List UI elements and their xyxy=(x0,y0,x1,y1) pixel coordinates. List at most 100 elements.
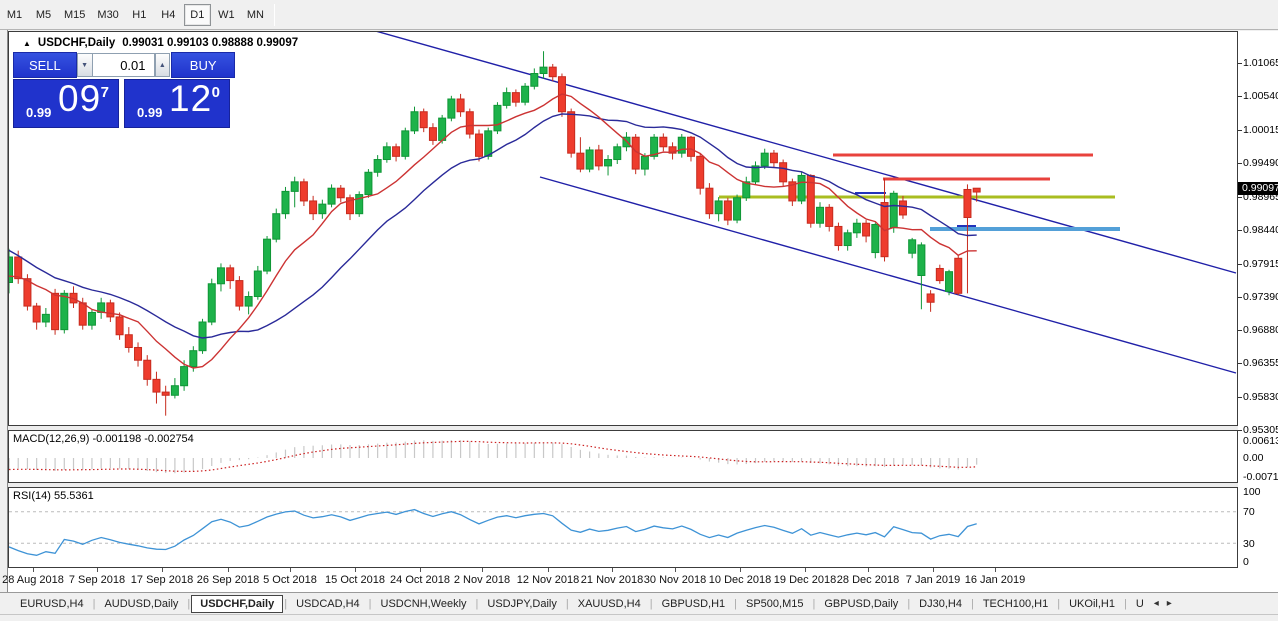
timeframe-button-m15[interactable]: M15 xyxy=(59,4,90,26)
chart-tab-usdcad[interactable]: USDCAD,H4 xyxy=(288,595,368,613)
buy-button[interactable]: BUY xyxy=(171,52,235,78)
timeframe-button-m30[interactable]: M30 xyxy=(92,4,123,26)
candle-body xyxy=(199,322,206,351)
date-tick-mark xyxy=(420,568,421,572)
volume-input[interactable] xyxy=(93,53,155,77)
candle-body xyxy=(374,160,381,173)
date-tick-mark xyxy=(97,568,98,572)
timeframe-button-w1[interactable]: W1 xyxy=(213,4,240,26)
buy-price-box[interactable]: 0.99 12 0 xyxy=(124,79,230,128)
tab-separator: | xyxy=(650,598,653,610)
price-tick-mark xyxy=(1238,63,1242,64)
buy-price-main: 12 xyxy=(169,78,212,120)
candle-body xyxy=(429,128,436,141)
tab-separator: | xyxy=(812,598,815,610)
chart-tab-u[interactable]: U xyxy=(1128,595,1152,613)
date-tick-label: 17 Sep 2018 xyxy=(131,574,193,586)
date-tick-label: 2 Nov 2018 xyxy=(454,574,510,586)
price-tick-label: 0.97390 xyxy=(1243,291,1278,303)
candle-body xyxy=(955,258,962,293)
tabs-scroll-left-icon[interactable]: ◂ xyxy=(1154,598,1159,609)
collapse-panel-icon[interactable]: ▲ xyxy=(23,39,31,48)
chart-tab-tech100[interactable]: TECH100,H1 xyxy=(975,595,1056,613)
candle-body xyxy=(586,150,593,169)
candle-body xyxy=(337,188,344,198)
status-strip xyxy=(0,614,1278,621)
candle-body xyxy=(393,147,400,157)
candle-body xyxy=(770,153,777,163)
candle-body xyxy=(144,360,151,379)
channel-upper[interactable] xyxy=(372,32,1236,273)
candle-body xyxy=(61,293,68,329)
chart-ohlc-values: 0.99031 0.99103 0.98888 0.99097 xyxy=(122,37,298,49)
sell-price-main: 09 xyxy=(58,78,101,120)
date-tick-label: 5 Oct 2018 xyxy=(263,574,317,586)
candle-body xyxy=(466,112,473,134)
candle-body xyxy=(844,233,851,246)
mt4-window: M1M5M15M30H1H4D1W1MN ▲ USDCHF,Daily 0.99… xyxy=(0,0,1278,621)
chart-tab-gbpusd[interactable]: GBPUSD,H1 xyxy=(654,595,734,613)
candle-body xyxy=(476,134,483,156)
price-axis[interactable]: 1.010651.005401.000150.994900.989650.984… xyxy=(1238,31,1278,568)
date-tick-mark xyxy=(162,568,163,572)
timeframe-button-h1[interactable]: H1 xyxy=(126,4,153,26)
chart-tab-gbpusd[interactable]: GBPUSD,Daily xyxy=(816,595,906,613)
tab-separator: | xyxy=(907,598,910,610)
candle-body xyxy=(863,223,870,236)
date-tick-label: 30 Nov 2018 xyxy=(644,574,706,586)
date-axis[interactable]: 28 Aug 20187 Sep 201817 Sep 201826 Sep 2… xyxy=(8,568,1278,592)
chart-tab-dj30[interactable]: DJ30,H4 xyxy=(911,595,970,613)
chart-tab-bar: EURUSD,H4|AUDUSD,Daily|USDCHF,Daily|USDC… xyxy=(0,592,1278,614)
ma-fast-line[interactable] xyxy=(9,94,977,368)
candle-body xyxy=(973,188,980,192)
chart-tab-ukoil[interactable]: UKOil,H1 xyxy=(1061,595,1123,613)
chart-tab-eurusd[interactable]: EURUSD,H4 xyxy=(12,595,92,613)
chart-tab-xauusd[interactable]: XAUUSD,H4 xyxy=(570,595,649,613)
sell-price-pip: 7 xyxy=(101,84,109,101)
timeframe-button-h4[interactable]: H4 xyxy=(155,4,182,26)
timeframe-button-d1[interactable]: D1 xyxy=(184,4,211,26)
candle-body xyxy=(107,303,114,317)
chart-tab-sp500[interactable]: SP500,M15 xyxy=(738,595,811,613)
candle-body xyxy=(485,131,492,156)
chart-tab-usdchf[interactable]: USDCHF,Daily xyxy=(191,595,283,613)
tab-separator: | xyxy=(187,598,190,610)
sell-button[interactable]: SELL xyxy=(13,52,77,78)
tabs-scroll-right-icon[interactable]: ▸ xyxy=(1167,598,1172,609)
chart-tab-usdcnh[interactable]: USDCNH,Weekly xyxy=(373,595,475,613)
candle-body xyxy=(411,112,418,131)
candle-body xyxy=(780,163,787,182)
volume-decrease-button[interactable]: ▼ xyxy=(77,53,93,77)
current-price-tag: 0.99097 xyxy=(1238,182,1278,195)
candle-body xyxy=(116,317,123,335)
candle-body xyxy=(872,225,879,253)
chart-tab-usdjpy[interactable]: USDJPY,Daily xyxy=(479,595,565,613)
price-chart-pane[interactable]: ▲ USDCHF,Daily 0.99031 0.99103 0.98888 0… xyxy=(8,31,1238,426)
candle-body xyxy=(835,226,842,245)
timeframe-button-mn[interactable]: MN xyxy=(242,4,269,26)
date-tick-label: 10 Dec 2018 xyxy=(709,574,771,586)
price-tick-label: 0.96880 xyxy=(1243,324,1278,336)
candle-body xyxy=(291,182,298,192)
buy-price-pip: 0 xyxy=(212,84,220,101)
candle-body xyxy=(402,131,409,156)
candle-body xyxy=(181,367,188,386)
sell-price-box[interactable]: 0.99 09 7 xyxy=(13,79,119,128)
buy-price-prefix: 0.99 xyxy=(137,105,162,120)
timeframe-button-m5[interactable]: M5 xyxy=(30,4,57,26)
candle-body xyxy=(153,379,160,392)
candle-body xyxy=(512,93,519,103)
macd-indicator-pane[interactable]: MACD(12,26,9) -0.001198 -0.002754 xyxy=(8,430,1238,483)
candle-body xyxy=(328,188,335,204)
date-tick-label: 21 Nov 2018 xyxy=(581,574,643,586)
rsi-indicator-pane[interactable]: RSI(14) 55.5361 xyxy=(8,487,1238,568)
date-tick-mark xyxy=(933,568,934,572)
price-tick-mark xyxy=(1238,230,1242,231)
volume-increase-button[interactable]: ▲ xyxy=(155,53,171,77)
tab-separator: | xyxy=(93,598,96,610)
chart-tab-audusd[interactable]: AUDUSD,Daily xyxy=(96,595,186,613)
date-tick-mark xyxy=(995,568,996,572)
rsi-axis-label: 0 xyxy=(1243,556,1249,568)
timeframe-button-m1[interactable]: M1 xyxy=(1,4,28,26)
date-tick-label: 19 Dec 2018 xyxy=(774,574,836,586)
